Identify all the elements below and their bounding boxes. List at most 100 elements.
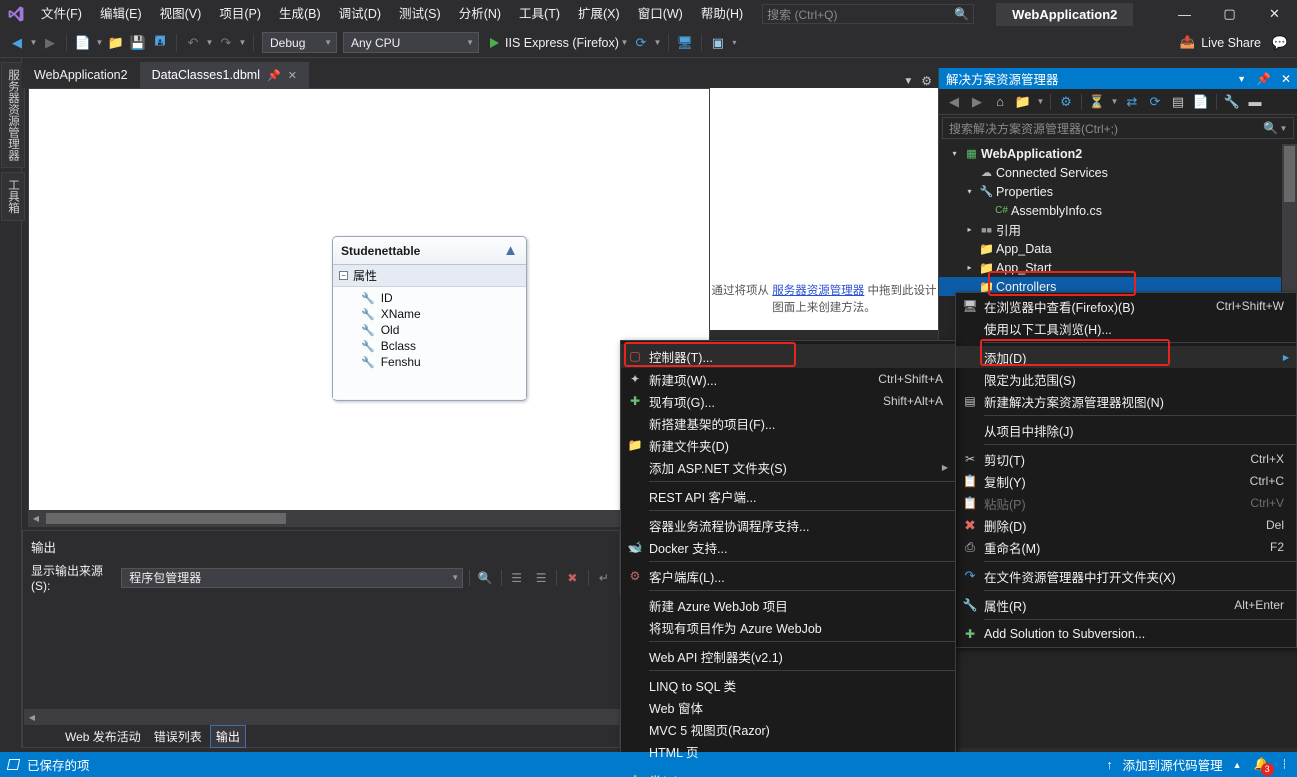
maximize-button[interactable]: ▢ bbox=[1207, 0, 1252, 28]
solution-explorer-search[interactable]: 搜索解决方案资源管理器(Ctrl+;) 🔍 ▼ bbox=[942, 117, 1294, 139]
menu-item-properties[interactable]: 🔧 属性(R) Alt+Enter bbox=[956, 594, 1296, 616]
menu-view[interactable]: 视图(V) bbox=[151, 0, 211, 28]
close-icon[interactable]: ✕ bbox=[288, 69, 297, 82]
menu-window[interactable]: 窗口(W) bbox=[629, 0, 692, 28]
submenu-item-new-item[interactable]: ✦ 新建项(W)... Ctrl+Shift+A bbox=[621, 368, 955, 390]
submenu-item-client-side-library[interactable]: ⚙ 客户端库(L)... bbox=[621, 565, 955, 587]
menu-item-add-solution-to-subversion[interactable]: ✚ Add Solution to Subversion... bbox=[956, 623, 1296, 645]
home-icon[interactable]: ⌂ bbox=[989, 91, 1011, 113]
undo-icon[interactable]: ↶ bbox=[182, 31, 204, 55]
menu-item-scope-to-this[interactable]: 限定为此范围(S) bbox=[956, 368, 1296, 390]
tab-web-publish-activity[interactable]: Web 发布活动 bbox=[60, 726, 146, 747]
menu-item-delete[interactable]: ✖ 删除(D) Del bbox=[956, 514, 1296, 536]
tree-item-webapplication2[interactable]: ▾ ▦ WebApplication2 bbox=[939, 144, 1281, 163]
new-project-dropdown-icon[interactable]: ▼ bbox=[94, 31, 105, 55]
designer-horizontal-scrollbar[interactable]: ◀ ▶ bbox=[28, 510, 710, 527]
chevron-up-icon[interactable]: ▲ bbox=[503, 242, 518, 259]
find-message-icon[interactable]: 🔍 bbox=[476, 568, 494, 588]
chevron-down-icon[interactable]: ▼ bbox=[1237, 74, 1246, 84]
tree-item-properties[interactable]: ▾ 🔧 Properties bbox=[939, 182, 1281, 201]
pending-changes-filter-icon[interactable]: 📁 bbox=[1012, 91, 1034, 113]
gear-icon[interactable]: ⚙ bbox=[921, 74, 932, 88]
tab-output[interactable]: 输出 bbox=[210, 725, 246, 748]
hot-reload-icon[interactable]: ⟳ bbox=[630, 31, 652, 55]
twisty-icon[interactable]: ▾ bbox=[947, 149, 962, 158]
search-options-dropdown-icon[interactable]: ▼ bbox=[1278, 116, 1289, 140]
close-button[interactable]: ✕ bbox=[1252, 0, 1297, 28]
solution-explorer-overflow-icon[interactable]: ▬ bbox=[1244, 91, 1266, 113]
submenu-item-new-scaffolded-item[interactable]: 新搭建基架的项目(F)... bbox=[621, 412, 955, 434]
scrollbar-thumb[interactable] bbox=[1284, 146, 1295, 202]
notifications-button[interactable]: 🔔 3 bbox=[1252, 756, 1272, 774]
filter-dropdown-icon[interactable]: ▼ bbox=[1035, 90, 1046, 114]
undo-dropdown-icon[interactable]: ▼ bbox=[204, 31, 215, 55]
new-project-icon[interactable]: 📄 bbox=[72, 31, 94, 55]
submenu-item-rest-api-client[interactable]: REST API 客户端... bbox=[621, 485, 955, 507]
submenu-item-html-page[interactable]: HTML 页 bbox=[621, 740, 955, 762]
navigate-forward-icon[interactable]: ▶ bbox=[39, 31, 61, 55]
configuration-combo[interactable]: Debug ▼ bbox=[262, 32, 337, 53]
clear-all-icon[interactable]: ☰ bbox=[507, 568, 525, 588]
menu-test[interactable]: 测试(S) bbox=[390, 0, 450, 28]
submenu-item-docker-support[interactable]: 🐋 Docker 支持... bbox=[621, 536, 955, 558]
navigate-back-dropdown-icon[interactable]: ▼ bbox=[28, 31, 39, 55]
submenu-item-new-folder[interactable]: 📁 新建文件夹(D) bbox=[621, 434, 955, 456]
tree-item-assemblyinfo-cs[interactable]: C# AssemblyInfo.cs bbox=[939, 201, 1281, 220]
close-icon[interactable]: ✕ bbox=[1281, 72, 1291, 86]
submenu-item-class[interactable]: ✚ 类(C)... bbox=[621, 769, 955, 777]
preview-icon[interactable]: ▣ bbox=[707, 31, 729, 55]
feedback-icon[interactable]: 💬 bbox=[1269, 31, 1291, 55]
run-target-dropdown-icon[interactable]: ▼ bbox=[619, 31, 630, 55]
vertical-tab-toolbox[interactable]: 工具箱 bbox=[1, 172, 25, 221]
submenu-item-add-aspnet-folder[interactable]: 添加 ASP.NET 文件夹(S) ▶ bbox=[621, 456, 955, 478]
entity-property[interactable]: 🔧 Bclass bbox=[333, 338, 526, 354]
entity-property[interactable]: 🔧 ID bbox=[333, 290, 526, 306]
redo-icon[interactable]: ↷ bbox=[215, 31, 237, 55]
word-wrap-icon[interactable]: ↵ bbox=[595, 568, 613, 588]
submenu-item-controller[interactable]: ▢ 控制器(T)... bbox=[621, 344, 955, 368]
refresh-icon[interactable]: ⟳ bbox=[1144, 91, 1166, 113]
submenu-item-web-form[interactable]: Web 窗体 bbox=[621, 696, 955, 718]
submenu-item-new-azure-webjob-project[interactable]: 新建 Azure WebJob 项目 bbox=[621, 594, 955, 616]
entity-studenettable[interactable]: Studenettable ▲ − 属性 🔧 ID 🔧 XName 🔧 Old bbox=[332, 236, 527, 401]
submenu-item-existing-project-as-azure-webjob[interactable]: 将现有项目作为 Azure WebJob bbox=[621, 616, 955, 638]
twisty-icon[interactable]: ▸ bbox=[962, 263, 977, 272]
hot-reload-dropdown-icon[interactable]: ▼ bbox=[652, 31, 663, 55]
menu-build[interactable]: 生成(B) bbox=[270, 0, 330, 28]
menu-extensions[interactable]: 扩展(X) bbox=[569, 0, 629, 28]
entity-property[interactable]: 🔧 Fenshu bbox=[333, 354, 526, 370]
show-all-files-dropdown-icon[interactable]: ▼ bbox=[1109, 90, 1120, 114]
attach-process-icon[interactable]: 🖥 bbox=[674, 31, 696, 55]
output-source-combo[interactable]: 程序包管理器 ▼ bbox=[121, 568, 463, 588]
output-horizontal-scrollbar[interactable]: ◀ bbox=[24, 709, 620, 725]
menu-item-copy[interactable]: 📋 复制(Y) Ctrl+C bbox=[956, 470, 1296, 492]
navigate-back-icon[interactable]: ◀ bbox=[6, 31, 28, 55]
menu-item-exclude-from-project[interactable]: 从项目中排除(J) bbox=[956, 419, 1296, 441]
menu-item-rename[interactable]: ⎙ 重命名(M) F2 bbox=[956, 536, 1296, 558]
menu-edit[interactable]: 编辑(E) bbox=[91, 0, 151, 28]
tab-webapplication2[interactable]: WebApplication2 bbox=[22, 62, 140, 88]
minimize-button[interactable]: — bbox=[1162, 0, 1207, 28]
collapse-toggle-icon[interactable]: − bbox=[339, 271, 348, 280]
menu-item-add[interactable]: 添加(D) ▶ bbox=[956, 346, 1296, 368]
menu-item-view-in-browser[interactable]: 🖥 在浏览器中查看(Firefox)(B) Ctrl+Shift+W bbox=[956, 295, 1296, 317]
show-all-files-icon[interactable]: ⏳ bbox=[1086, 91, 1108, 113]
menu-item-browse-with[interactable]: 使用以下工具浏览(H)... bbox=[956, 317, 1296, 339]
live-share-button[interactable]: 📤 Live Share bbox=[1180, 35, 1269, 50]
pin-icon[interactable]: 📌 bbox=[1256, 72, 1271, 86]
twisty-icon[interactable]: ▸ bbox=[962, 225, 977, 234]
back-icon[interactable]: ◀ bbox=[943, 91, 965, 113]
start-debug-button[interactable]: IIS Express (Firefox) ▼ bbox=[490, 31, 630, 55]
scroll-left-icon[interactable]: ◀ bbox=[28, 514, 44, 523]
menu-debug[interactable]: 调试(D) bbox=[330, 0, 390, 28]
menu-item-open-folder-in-file-explorer[interactable]: ↷ 在文件资源管理器中打开文件夹(X) bbox=[956, 565, 1296, 587]
scrollbar-thumb[interactable] bbox=[46, 513, 286, 524]
tree-item-connected-services[interactable]: ☁ Connected Services bbox=[939, 163, 1281, 182]
add-to-source-control-button[interactable]: 添加到源代码管理 bbox=[1123, 755, 1223, 774]
redo-dropdown-icon[interactable]: ▼ bbox=[237, 31, 248, 55]
entity-section-header[interactable]: − 属性 bbox=[333, 265, 526, 287]
chevron-up-icon[interactable]: ▲ bbox=[1233, 760, 1242, 770]
forward-icon[interactable]: ▶ bbox=[966, 91, 988, 113]
preview-selected-items-icon[interactable]: ⚙ bbox=[1055, 91, 1077, 113]
entity-property[interactable]: 🔧 Old bbox=[333, 322, 526, 338]
